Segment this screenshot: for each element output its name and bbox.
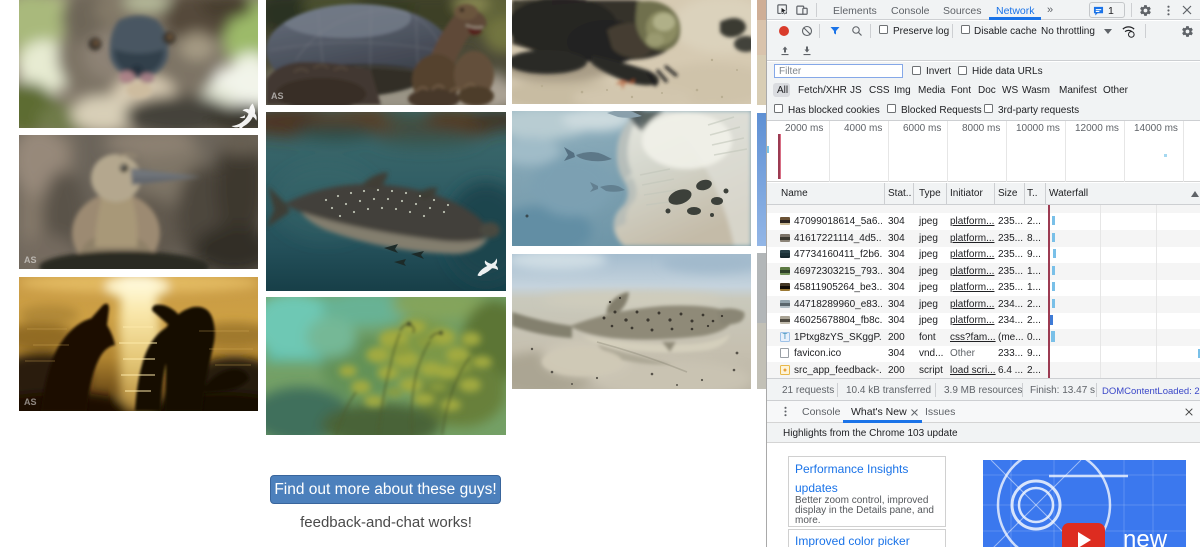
svg-text:AS: AS [24,397,37,407]
svg-text:AS: AS [271,91,284,101]
svg-text:AS: AS [24,255,37,265]
